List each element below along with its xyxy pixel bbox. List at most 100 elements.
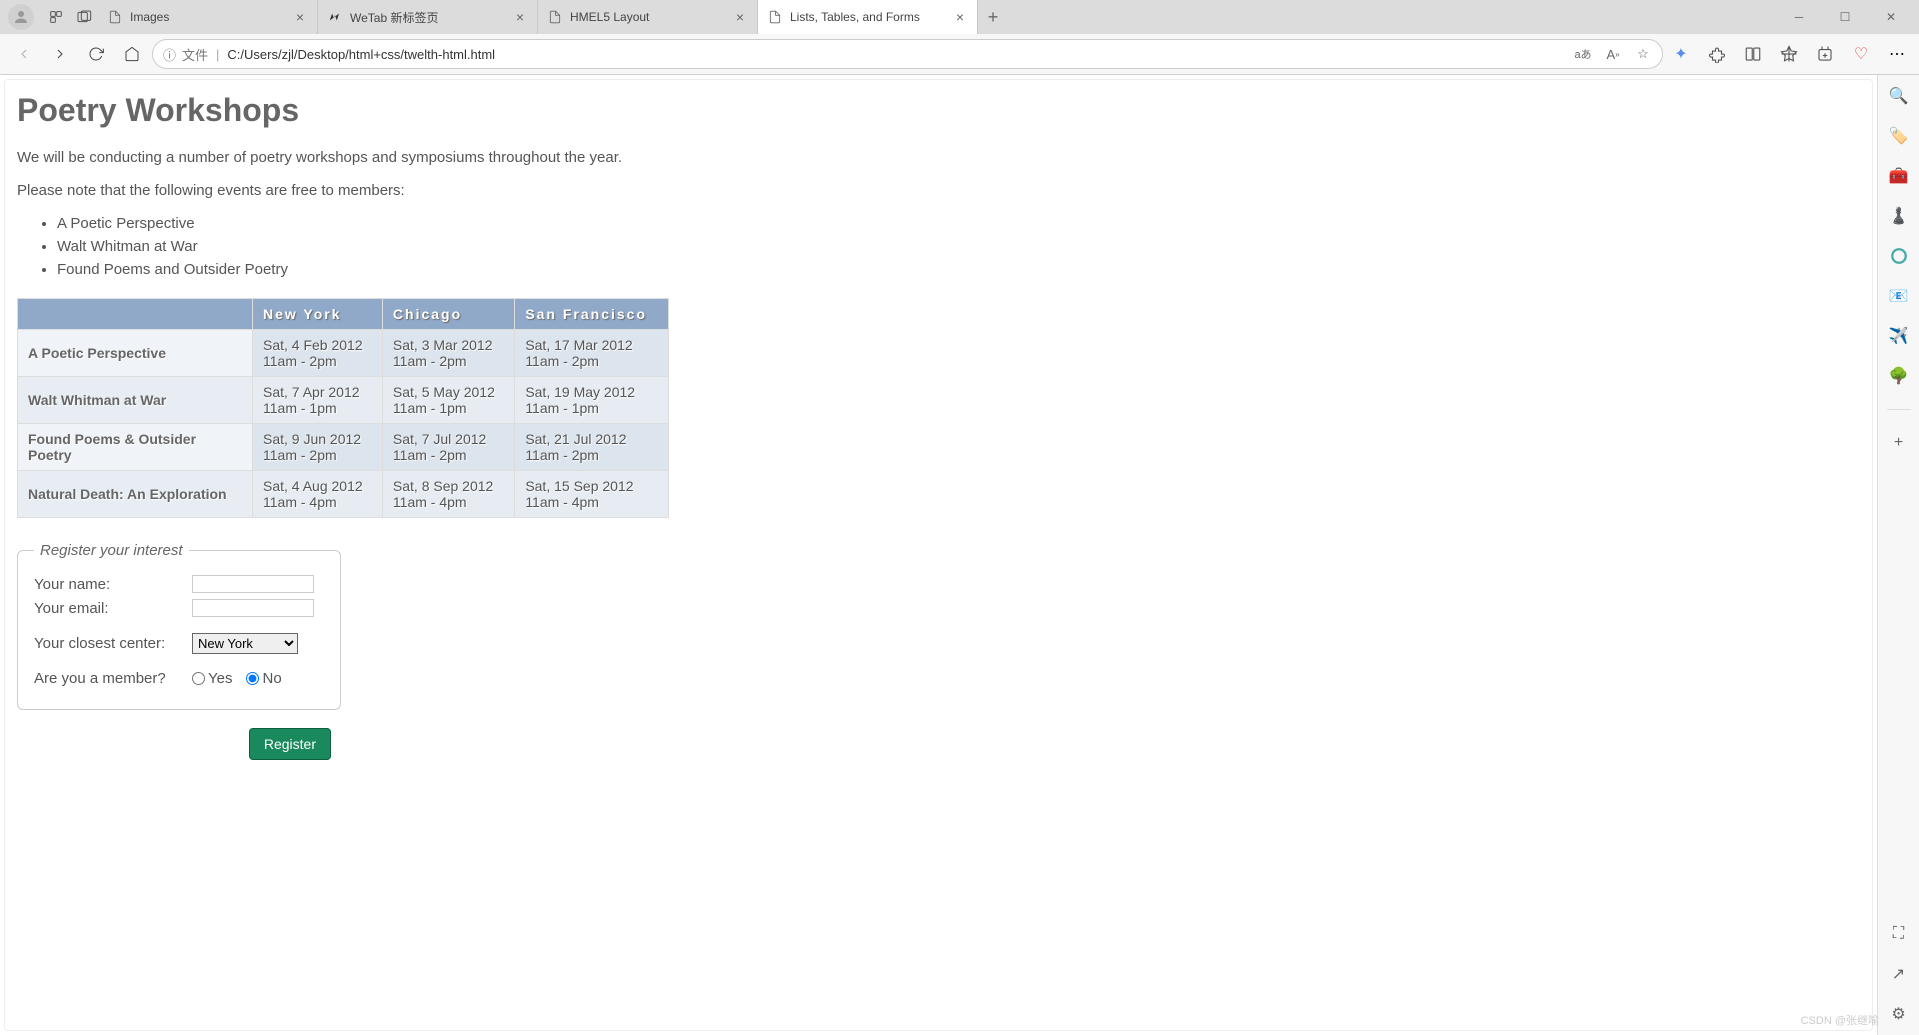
search-icon[interactable]: 🔍: [1888, 85, 1910, 107]
list-item: Walt Whitman at War: [57, 238, 1860, 255]
outlook-icon[interactable]: 📧: [1888, 285, 1910, 307]
back-button[interactable]: [8, 38, 40, 70]
games-icon[interactable]: ♟️: [1888, 205, 1910, 227]
more-icon[interactable]: ⋯: [1883, 40, 1911, 68]
file-icon: [548, 10, 562, 24]
collections-icon[interactable]: [1811, 40, 1839, 68]
tab-actions-icon[interactable]: [70, 3, 98, 31]
tab-bar: Images × WeTab 新标签页 × HMEL5 Layout × Lis…: [0, 0, 1919, 34]
extensions-icon[interactable]: [1703, 40, 1731, 68]
name-input[interactable]: [192, 575, 314, 593]
tab-wetab[interactable]: WeTab 新标签页 ×: [318, 0, 538, 34]
cell-ny: Sat, 4 Feb 201211am - 2pm: [253, 330, 383, 377]
tab-title: WeTab 新标签页: [350, 9, 505, 26]
tab-title: Lists, Tables, and Forms: [790, 10, 945, 24]
cell-ny: Sat, 7 Apr 201211am - 1pm: [253, 377, 383, 424]
table-header: Chicago: [382, 299, 514, 330]
cell-ch: Sat, 7 Jul 201211am - 2pm: [382, 424, 514, 471]
share-icon[interactable]: ↗: [1888, 963, 1910, 985]
table-header: [18, 299, 253, 330]
member-label: Are you a member?: [34, 670, 192, 687]
cell-ny: Sat, 4 Aug 201211am - 4pm: [253, 471, 383, 518]
workspaces-icon[interactable]: [42, 3, 70, 31]
minimize-button[interactable]: ─: [1779, 3, 1819, 31]
cell-sf: Sat, 19 May 201211am - 1pm: [515, 377, 669, 424]
register-form: Register your interest Your name: Your e…: [17, 542, 1860, 760]
tree-icon[interactable]: 🌳: [1888, 365, 1910, 387]
wetab-icon: [328, 10, 342, 24]
close-icon[interactable]: ×: [513, 10, 527, 24]
translate-icon[interactable]: aあ: [1574, 45, 1592, 63]
tab-hmel5[interactable]: HMEL5 Layout ×: [538, 0, 758, 34]
window-controls: ─ ☐ ✕: [1779, 3, 1919, 31]
member-no-label[interactable]: No: [246, 670, 281, 687]
file-icon: [108, 10, 122, 24]
sidebar-separator: [1887, 409, 1911, 410]
bird-icon[interactable]: ✦: [1667, 40, 1695, 68]
events-table: New York Chicago San Francisco A Poetic …: [17, 298, 669, 518]
tab-lists-tables-forms[interactable]: Lists, Tables, and Forms ×: [758, 0, 978, 34]
screenshot-icon[interactable]: ⛶: [1888, 923, 1910, 945]
site-info-icon[interactable]: ⓘ 文件: [163, 45, 208, 64]
page-title: Poetry Workshops: [17, 92, 1860, 129]
new-tab-button[interactable]: +: [978, 7, 1008, 28]
performance-icon[interactable]: ♡: [1847, 40, 1875, 68]
member-yes-radio[interactable]: [192, 672, 205, 685]
tab-title: Images: [130, 10, 285, 24]
close-button[interactable]: ✕: [1871, 3, 1911, 31]
forward-button[interactable]: [44, 38, 76, 70]
free-events-list: A Poetic Perspective Walt Whitman at War…: [57, 215, 1860, 278]
form-legend: Register your interest: [34, 542, 189, 559]
table-row: A Poetic PerspectiveSat, 4 Feb 201211am …: [18, 330, 669, 377]
address-separator: |: [216, 47, 219, 62]
address-bar[interactable]: ⓘ 文件 | C:/Users/zjl/Desktop/html+css/twe…: [152, 39, 1663, 69]
watermark: CSDN @张继喻: [1801, 1012, 1879, 1028]
read-aloud-icon[interactable]: A»: [1604, 45, 1622, 63]
member-yes-label[interactable]: Yes: [192, 670, 232, 687]
maximize-button[interactable]: ☐: [1825, 3, 1865, 31]
list-item: Found Poems and Outsider Poetry: [57, 261, 1860, 278]
center-label: Your closest center:: [34, 635, 192, 652]
shopping-icon[interactable]: 🏷️: [1888, 125, 1910, 147]
tab-images[interactable]: Images ×: [98, 0, 318, 34]
close-icon[interactable]: ×: [733, 10, 747, 24]
settings-icon[interactable]: ⚙: [1888, 1003, 1910, 1025]
center-select[interactable]: New York: [192, 633, 298, 654]
cell-sf: Sat, 17 Mar 201211am - 2pm: [515, 330, 669, 377]
split-screen-icon[interactable]: [1739, 40, 1767, 68]
cell-sf: Sat, 15 Sep 201211am - 4pm: [515, 471, 669, 518]
list-item: A Poetic Perspective: [57, 215, 1860, 232]
cell-ch: Sat, 8 Sep 201211am - 4pm: [382, 471, 514, 518]
email-label: Your email:: [34, 600, 192, 617]
tab-title: HMEL5 Layout: [570, 10, 725, 24]
register-button[interactable]: Register: [249, 728, 331, 760]
table-header: San Francisco: [515, 299, 669, 330]
add-icon[interactable]: +: [1888, 432, 1910, 454]
send-icon[interactable]: ✈️: [1888, 325, 1910, 347]
row-name: A Poetic Perspective: [18, 330, 253, 377]
table-header-row: New York Chicago San Francisco: [18, 299, 669, 330]
name-label: Your name:: [34, 576, 192, 593]
browser-chrome: Images × WeTab 新标签页 × HMEL5 Layout × Lis…: [0, 0, 1919, 75]
member-no-radio[interactable]: [246, 672, 259, 685]
reload-button[interactable]: [80, 38, 112, 70]
row-name: Walt Whitman at War: [18, 377, 253, 424]
intro-paragraph-1: We will be conducting a number of poetry…: [17, 149, 1860, 166]
favorites-icon[interactable]: [1775, 40, 1803, 68]
office-icon[interactable]: [1888, 245, 1910, 267]
table-row: Found Poems & Outsider PoetrySat, 9 Jun …: [18, 424, 669, 471]
close-icon[interactable]: ×: [293, 10, 307, 24]
table-row: Natural Death: An ExplorationSat, 4 Aug …: [18, 471, 669, 518]
form-fieldset: Register your interest Your name: Your e…: [17, 542, 341, 710]
close-icon[interactable]: ×: [953, 10, 967, 24]
profile-icon[interactable]: [8, 4, 34, 30]
table-row: Walt Whitman at WarSat, 7 Apr 201211am -…: [18, 377, 669, 424]
page-content: Poetry Workshops We will be conducting a…: [4, 79, 1873, 1031]
email-input[interactable]: [192, 599, 314, 617]
home-button[interactable]: [116, 38, 148, 70]
cell-sf: Sat, 21 Jul 201211am - 2pm: [515, 424, 669, 471]
favorite-icon[interactable]: ☆: [1634, 45, 1652, 63]
toolbox-icon[interactable]: 🧰: [1888, 165, 1910, 187]
intro-section: We will be conducting a number of poetry…: [17, 149, 1860, 278]
address-url: C:/Users/zjl/Desktop/html+css/twelth-htm…: [227, 47, 495, 62]
